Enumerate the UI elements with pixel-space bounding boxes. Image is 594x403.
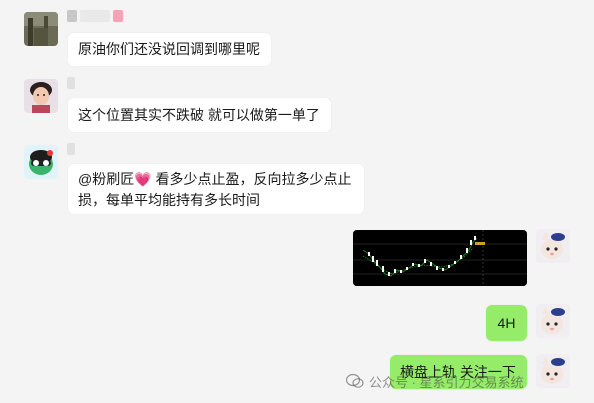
avatar-self-3[interactable] <box>536 354 570 388</box>
message-bubble-1[interactable]: 原油你们还没说回调到哪里呢 <box>68 33 271 66</box>
mention[interactable]: @粉刷匠 <box>78 171 134 187</box>
wechat-icon <box>346 373 364 388</box>
message-bubble-3[interactable]: @粉刷匠💗 看多少点止盈，反向拉多少点止 损，每单平均能持有多长时间 <box>68 164 364 214</box>
message-bubble-2[interactable]: 这个位置其实不跌破 就可以做第一单了 <box>68 98 331 132</box>
message-bubble-4h[interactable]: 4H <box>486 305 527 341</box>
message-text-3-line2: 损，每单平均能持有多长时间 <box>78 192 260 208</box>
avatar-sender-2[interactable] <box>24 79 58 113</box>
message-text-1: 原油你们还没说回调到哪里呢 <box>78 41 260 57</box>
watermark-text: 公众号 · 星系引力交易系统 <box>369 374 524 390</box>
avatar-sender-3[interactable] <box>24 145 58 179</box>
avatar-self-1[interactable] <box>536 229 570 263</box>
sender-name-1 <box>67 10 124 23</box>
watermark: 公众号 · 星系引力交易系统 <box>346 370 524 392</box>
message-text-4h: 4H <box>497 315 516 331</box>
message-text-2: 这个位置其实不跌破 就可以做第一单了 <box>78 107 320 123</box>
sender-name-2 <box>67 77 75 90</box>
image-message-chart[interactable] <box>353 230 527 286</box>
sender-name-3 <box>67 143 75 156</box>
message-text-3-line1: @粉刷匠💗 看多少点止盈，反向拉多少点止 <box>78 169 354 190</box>
heart-icon: 💗 <box>134 171 152 187</box>
message-text-3a: 看多少点止盈，反向拉多少点止 <box>151 171 352 187</box>
avatar-self-2[interactable] <box>536 304 570 338</box>
avatar-sender-1[interactable] <box>24 12 58 46</box>
